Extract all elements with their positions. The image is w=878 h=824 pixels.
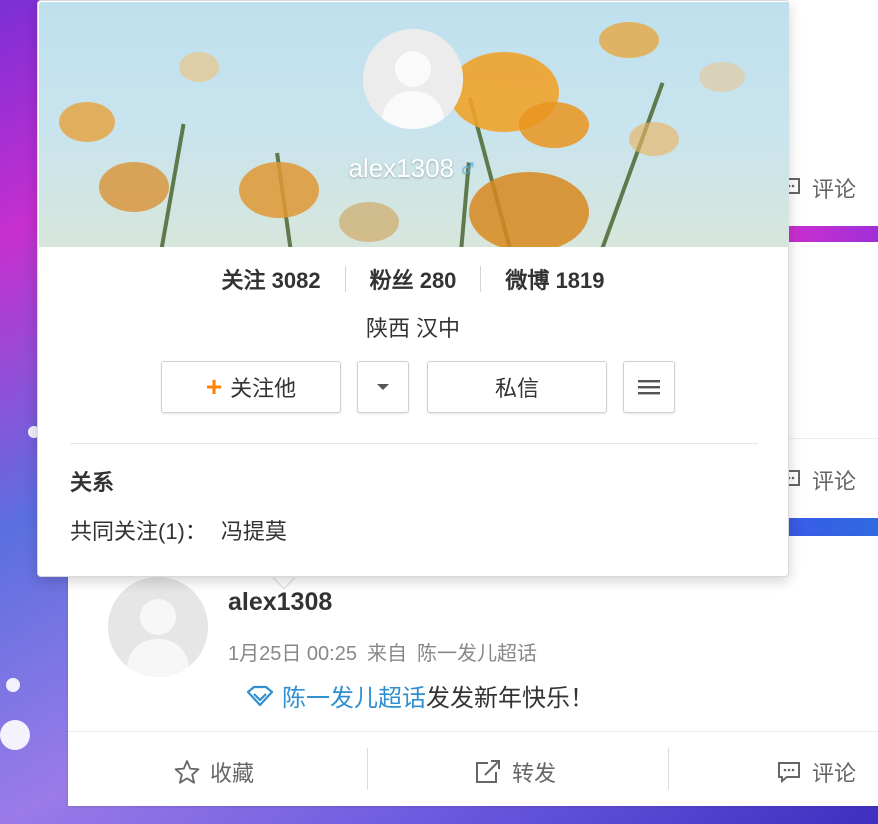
topic-link[interactable]: 陈一发儿超话	[282, 678, 426, 713]
menu-icon	[638, 380, 660, 395]
stat-followers[interactable]: 粉丝 280	[346, 263, 481, 295]
message-button[interactable]: 私信	[427, 361, 607, 413]
comment-icon	[778, 762, 800, 784]
profile-location: 陕西 汉中	[365, 316, 461, 341]
comment-button[interactable]: 评论	[776, 756, 856, 788]
mutual-user-link[interactable]: 冯提莫	[221, 514, 287, 546]
background-decoration	[6, 678, 20, 692]
repost-icon	[476, 760, 500, 783]
caret-down-icon	[377, 384, 389, 390]
post-source-prefix: 来自	[366, 643, 407, 665]
profile-name-row: alex1308 ♂	[38, 153, 788, 184]
repost-button[interactable]: 转发	[474, 756, 556, 788]
mutual-label: 共同关注(1)：	[70, 519, 207, 544]
follow-dropdown-button[interactable]	[357, 361, 409, 413]
action-separator	[367, 748, 368, 790]
post-meta: 1月25日 00:25 来自 陈一发儿超话	[228, 637, 537, 666]
profile-username[interactable]: alex1308	[348, 153, 454, 183]
background-decoration	[0, 720, 30, 750]
popup-divider	[70, 443, 758, 444]
more-menu-button[interactable]	[623, 361, 675, 413]
follow-label: 关注他	[230, 376, 297, 401]
card-separator	[780, 518, 878, 536]
post-body: 发发新年快乐！	[426, 685, 594, 712]
post-date[interactable]: 1月25日 00:25	[228, 637, 357, 666]
stat-following[interactable]: 关注 3082	[197, 263, 344, 295]
comment-label: 评论	[812, 177, 857, 202]
repost-label: 转发	[512, 761, 557, 786]
action-separator	[668, 748, 669, 790]
default-avatar-icon	[108, 577, 208, 677]
profile-stats: 关注 3082 粉丝 280 微博 1819	[38, 263, 788, 295]
supertopic-icon	[246, 685, 274, 706]
post-username[interactable]: alex1308	[228, 588, 332, 617]
plus-icon: +	[205, 371, 223, 402]
comment-label: 评论	[812, 761, 857, 786]
post-avatar[interactable]	[108, 577, 208, 677]
profile-avatar[interactable]	[363, 29, 463, 129]
post-source[interactable]: 陈一发儿超话	[417, 637, 537, 666]
default-avatar-icon	[363, 29, 463, 129]
message-label: 私信	[494, 376, 539, 401]
relation-title: 关系	[70, 470, 115, 495]
collect-button[interactable]: 收藏	[174, 756, 254, 788]
comment-label: 评论	[812, 469, 857, 494]
mutual-follow-row: 共同关注(1)： 冯提莫	[70, 514, 287, 546]
follow-button[interactable]: + 关注他	[161, 361, 341, 413]
collect-label: 收藏	[210, 761, 255, 786]
star-icon	[174, 760, 200, 784]
post-text: 陈一发儿超话 发发新年快乐！	[246, 678, 594, 713]
user-card-popup: alex1308 ♂ 关注 3082 粉丝 280 微博 1819 陕西 汉中 +…	[37, 0, 789, 577]
stat-weibo[interactable]: 微博 1819	[481, 263, 628, 295]
action-bar-divider	[68, 731, 878, 732]
male-icon: ♂	[458, 153, 478, 183]
